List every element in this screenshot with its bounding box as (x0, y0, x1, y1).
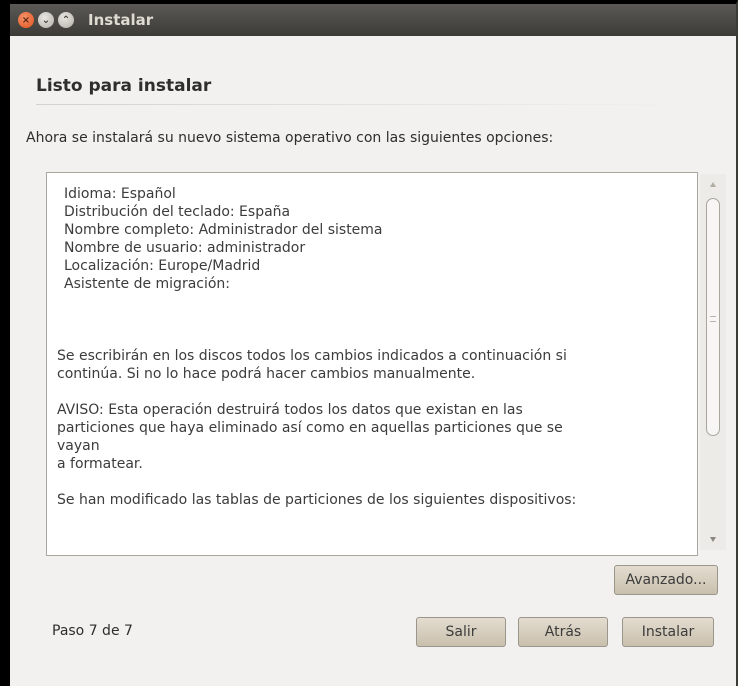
scroll-thumb[interactable] (706, 198, 720, 436)
changes-line-2: continúa. Si no lo hace podrá hacer camb… (57, 366, 476, 382)
minimize-icon[interactable]: ⌄ (38, 12, 54, 28)
step-indicator: Paso 7 de 7 (52, 623, 133, 639)
heading-divider (36, 104, 688, 105)
window-title: Instalar (88, 11, 154, 29)
summary-scrollbar[interactable] (700, 174, 726, 550)
summary-full-name: Nombre completo: Administrador del siste… (64, 222, 383, 238)
page-title: Listo para instalar (36, 76, 212, 96)
summary-language: Idioma: Español (64, 186, 176, 202)
summary-location: Localización: Europe/Madrid (64, 258, 261, 274)
quit-button[interactable]: Salir (416, 617, 506, 647)
maximize-icon[interactable]: ⌃ (58, 12, 74, 28)
summary-migration: Asistente de migración: (64, 276, 231, 292)
warning-line-4: a formatear. (57, 456, 143, 472)
close-icon[interactable]: × (18, 12, 34, 28)
summary-text-view[interactable]: Idioma: Español Distribución del teclado… (46, 172, 698, 556)
warning-line-3: vayan (57, 438, 100, 454)
scroll-up-arrow-icon[interactable] (710, 182, 716, 187)
partition-tables-line: Se han modificado las tablas de particio… (57, 492, 577, 508)
grip-icon (710, 316, 716, 322)
summary-keyboard: Distribución del teclado: España (64, 204, 291, 220)
advanced-button[interactable]: Avanzado... (614, 565, 718, 595)
intro-text: Ahora se instalará su nuevo sistema oper… (26, 130, 554, 146)
changes-line-1: Se escribirán en los discos todos los ca… (57, 348, 567, 364)
warning-line-1: AVISO: Esta operación destruirá todos lo… (57, 402, 523, 418)
scroll-down-arrow-icon[interactable] (710, 537, 716, 542)
back-button[interactable]: Atrás (518, 617, 608, 647)
title-bar: × ⌄ ⌃ Instalar (10, 4, 736, 36)
summary-username: Nombre de usuario: administrador (64, 240, 306, 256)
warning-line-2: particiones que haya eliminado así como … (57, 420, 563, 436)
summary-content: Idioma: Español Distribución del teclado… (57, 185, 677, 509)
install-button[interactable]: Instalar (622, 617, 714, 647)
